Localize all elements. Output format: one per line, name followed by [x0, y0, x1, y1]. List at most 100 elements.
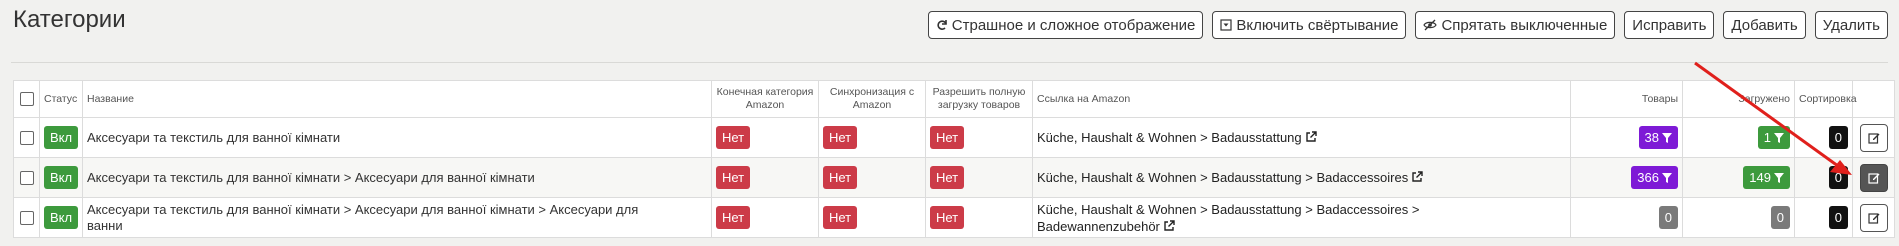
fix-button[interactable]: Исправить: [1624, 11, 1715, 39]
full-load-badge[interactable]: Нет: [930, 206, 965, 229]
edit-button[interactable]: [1859, 203, 1888, 232]
header-sync[interactable]: Синхронизация с Amazon: [818, 80, 926, 118]
categories-table: Статус Название Конечная категория Amazo…: [13, 80, 1895, 238]
actions-cell: [1852, 157, 1895, 198]
name-cell: Аксесуари та текстиль для ванної кімнати…: [82, 197, 712, 238]
full-load-cell: Нет: [925, 117, 1033, 158]
enable-collapse-button[interactable]: Включить свёртывание: [1212, 11, 1407, 39]
filter-icon: [1774, 172, 1784, 183]
sync-cell: Нет: [818, 197, 926, 238]
header-loaded[interactable]: Загружено: [1682, 80, 1795, 118]
status-badge[interactable]: Вкл: [44, 166, 79, 189]
header-name[interactable]: Название: [82, 80, 712, 118]
loaded-badge[interactable]: 0: [1770, 206, 1790, 229]
amazon-link[interactable]: Küche, Haushalt & Wohnen > Badausstattun…: [1037, 130, 1317, 145]
edit-icon: [1867, 132, 1879, 144]
category-name: Аксесуари та текстиль для ванної кімнати…: [87, 169, 535, 185]
loaded-badge[interactable]: 1: [1757, 126, 1790, 149]
edit-icon: [1867, 212, 1879, 224]
link-cell: Küche, Haushalt & Wohnen > Badausstattun…: [1032, 197, 1571, 238]
table-row: Вкл Аксесуари та текстиль для ванної кім…: [13, 117, 1895, 158]
header-products[interactable]: Товары: [1570, 80, 1683, 118]
add-label: Добавить: [1731, 16, 1798, 34]
products-cell: 0: [1570, 197, 1683, 238]
loaded-cell: 149: [1682, 157, 1795, 198]
amazon-link[interactable]: Küche, Haushalt & Wohnen > Badausstattun…: [1037, 170, 1423, 185]
sort-cell: 0: [1794, 157, 1853, 198]
status-badge[interactable]: Вкл: [44, 126, 79, 149]
category-name: Аксесуари та текстиль для ванної кімнати…: [87, 201, 639, 233]
final-category-cell: Нет: [711, 117, 819, 158]
full-load-cell: Нет: [925, 157, 1033, 198]
header-status[interactable]: Статус: [39, 80, 83, 118]
complex-view-button[interactable]: Страшное и сложное отображение: [927, 11, 1204, 39]
loaded-count: 1: [1763, 130, 1771, 145]
amazon-link[interactable]: Küche, Haushalt & Wohnen > Badausstattun…: [1037, 201, 1437, 235]
sort-badge: 0: [1828, 126, 1848, 149]
status-cell: Вкл: [39, 197, 83, 238]
amazon-link-text: Küche, Haushalt & Wohnen > Badausstattun…: [1037, 170, 1409, 185]
products-count: 366: [1637, 170, 1659, 185]
filter-icon: [1774, 132, 1784, 143]
sort-cell: 0: [1794, 197, 1853, 238]
row-checkbox[interactable]: [19, 210, 34, 225]
full-load-cell: Нет: [925, 197, 1033, 238]
status-cell: Вкл: [39, 157, 83, 198]
edit-icon: [1867, 172, 1879, 184]
add-button[interactable]: Добавить: [1723, 11, 1806, 39]
products-badge[interactable]: 38: [1638, 126, 1678, 149]
status-badge[interactable]: Вкл: [44, 206, 79, 229]
name-cell: Аксесуари та текстиль для ванної кімнати: [82, 117, 712, 158]
edit-button[interactable]: [1859, 123, 1888, 152]
row-select-cell: [13, 197, 40, 238]
sort-badge: 0: [1828, 166, 1848, 189]
products-cell: 366: [1570, 157, 1683, 198]
sync-badge[interactable]: Нет: [823, 126, 858, 149]
full-load-badge[interactable]: Нет: [930, 126, 965, 149]
select-all-checkbox[interactable]: [19, 92, 34, 106]
actions-cell: [1852, 117, 1895, 158]
delete-button[interactable]: Удалить: [1814, 11, 1888, 39]
final-category-badge[interactable]: Нет: [716, 126, 751, 149]
external-link-icon: [1305, 131, 1317, 142]
loaded-cell: 0: [1682, 197, 1795, 238]
products-cell: 38: [1570, 117, 1683, 158]
edit-button[interactable]: [1859, 163, 1888, 192]
table-row: Вкл Аксесуари та текстиль для ванної кім…: [13, 197, 1895, 238]
select-all-cell[interactable]: [13, 80, 40, 118]
row-select-cell: [13, 117, 40, 158]
amazon-link-text: Küche, Haushalt & Wohnen > Badausstattun…: [1037, 201, 1420, 234]
products-badge[interactable]: 366: [1631, 166, 1678, 189]
toolbar: Страшное и сложное отображение Включить …: [927, 11, 1888, 39]
hide-disabled-button[interactable]: Спрятать выключенные: [1415, 11, 1616, 39]
external-link-icon: [1412, 171, 1423, 182]
row-checkbox[interactable]: [19, 130, 34, 145]
products-badge[interactable]: 0: [1658, 206, 1678, 229]
header-sort[interactable]: Сортировка: [1794, 80, 1857, 118]
header-link[interactable]: Ссылка на Amazon: [1032, 80, 1571, 118]
fix-label: Исправить: [1632, 16, 1707, 34]
sync-cell: Нет: [818, 157, 926, 198]
delete-label: Удалить: [1822, 16, 1880, 34]
loaded-count: 149: [1749, 170, 1771, 185]
link-cell: Küche, Haushalt & Wohnen > Badausstattun…: [1032, 157, 1571, 198]
header-final-category[interactable]: Конечная категория Amazon: [711, 80, 819, 118]
table-row: Вкл Аксесуари та текстиль для ванної кім…: [13, 157, 1895, 198]
loaded-cell: 1: [1682, 117, 1795, 158]
external-link-icon: [1164, 219, 1175, 231]
row-checkbox[interactable]: [19, 170, 34, 185]
sync-badge[interactable]: Нет: [823, 166, 858, 189]
sort-badge: 0: [1828, 206, 1848, 229]
final-category-badge[interactable]: Нет: [716, 166, 751, 189]
page-title: Категории: [13, 6, 126, 33]
filter-icon: [1662, 132, 1672, 143]
filter-icon: [1662, 172, 1672, 183]
actions-cell: [1852, 197, 1895, 238]
table-header-row: Статус Название Конечная категория Amazo…: [13, 80, 1895, 118]
sync-badge[interactable]: Нет: [823, 206, 858, 229]
amazon-link-text: Küche, Haushalt & Wohnen > Badausstattun…: [1037, 130, 1302, 145]
loaded-badge[interactable]: 149: [1743, 166, 1790, 189]
header-full-load[interactable]: Разрешить полную загрузку товаров: [925, 80, 1033, 118]
final-category-badge[interactable]: Нет: [716, 206, 751, 229]
full-load-badge[interactable]: Нет: [930, 166, 965, 189]
